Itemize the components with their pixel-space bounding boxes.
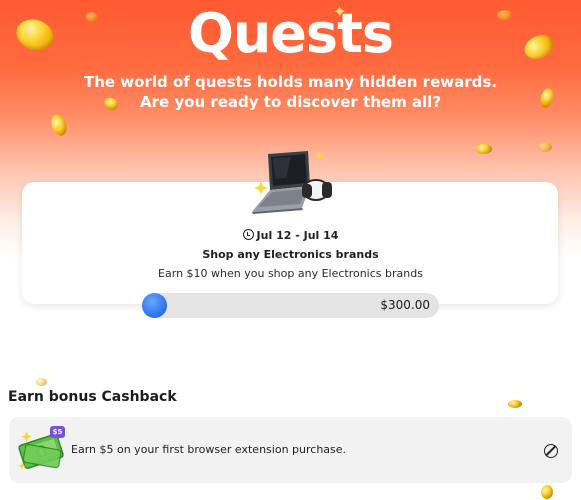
coin-icon (36, 378, 47, 386)
clock-icon (242, 229, 254, 240)
coin-icon (541, 485, 553, 499)
quest-date-range: Jul 12 - Jul 14 (0, 229, 581, 242)
blocked-icon[interactable] (544, 444, 558, 458)
coin-icon (538, 142, 552, 152)
sparkle-icon: ✦ (333, 2, 347, 21)
coin-icon (476, 144, 492, 154)
laptop-icon (246, 148, 336, 216)
date-range-label: Jul 12 - Jul 14 (256, 229, 339, 242)
progress-indicator (142, 293, 167, 318)
bonus-description: Earn $5 on your first browser extension … (71, 443, 347, 456)
page-title: Quests (187, 2, 394, 65)
coin-icon (508, 400, 522, 408)
quest-description: Earn $10 when you shop any Electronics b… (158, 267, 423, 280)
section-title: Earn bonus Cashback (8, 389, 177, 405)
quest-title: Shop any Electronics brands (202, 248, 379, 261)
bonus-badge: $5 (50, 426, 65, 438)
progress-amount: $300.00 (380, 298, 430, 312)
page-subtitle: The world of quests holds many hidden re… (84, 73, 497, 111)
